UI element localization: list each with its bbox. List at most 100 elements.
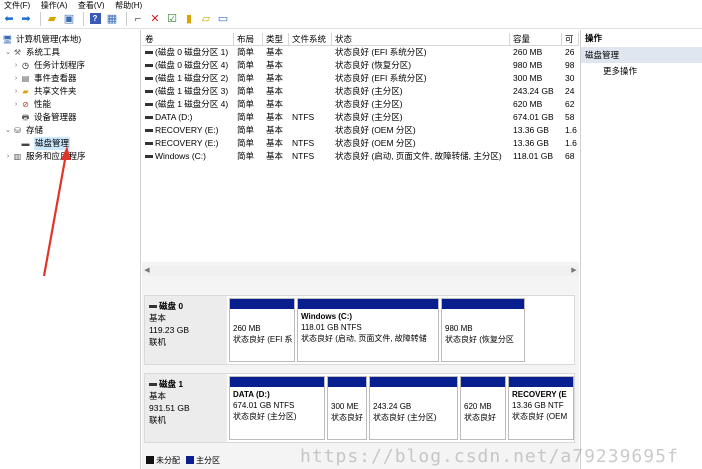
cell-layout: 简单 xyxy=(237,138,255,148)
cell-layout: 简单 xyxy=(237,125,255,135)
column-header-status[interactable]: 状态 xyxy=(332,33,510,45)
partition-disk0-efi[interactable]: 260 MB 状态良好 (EFI 系 xyxy=(229,298,295,362)
column-header-layout[interactable]: 布局 xyxy=(234,33,263,45)
properties-icon[interactable]: ▦ xyxy=(105,12,119,26)
partition-disk1-data[interactable]: DATA (D:) 674.01 GB NTFS 状态良好 (主分区) xyxy=(229,376,325,440)
cell-type: 基本 xyxy=(266,73,284,83)
view-icon[interactable]: ▭ xyxy=(216,12,230,26)
chevron-right-icon[interactable]: › xyxy=(4,150,12,163)
disk-size: 931.51 GB xyxy=(149,403,190,413)
performance-icon: ⊘ xyxy=(22,100,29,109)
tree-item-label: 设备管理器 xyxy=(34,112,77,122)
tree-item-event-viewer[interactable]: › ▤ 事件查看器 xyxy=(0,72,140,85)
column-header-capacity[interactable]: 容量 xyxy=(510,33,562,45)
table-row[interactable]: Windows (C:) 简单 基本 NTFS 状态良好 (启动, 页面文件, … xyxy=(142,150,579,163)
table-row[interactable]: (磁盘 0 磁盘分区 4) 简单 基本 状态良好 (恢复分区) 980 MB 9… xyxy=(142,59,579,72)
chevron-right-icon[interactable]: › xyxy=(12,85,20,98)
cell-filesystem xyxy=(289,98,332,111)
cell-capacity: 674.01 GB xyxy=(513,112,554,122)
volume-icon xyxy=(145,155,153,159)
show-hide-tree-icon[interactable]: ▣ xyxy=(62,12,76,26)
delete-icon[interactable]: ✕ xyxy=(148,12,162,26)
chevron-right-icon[interactable]: › xyxy=(12,98,20,111)
disk-status: 联机 xyxy=(149,337,167,347)
partition-status: 状态良好 (主分区) xyxy=(233,412,297,421)
table-row[interactable]: (磁盘 1 磁盘分区 2) 简单 基本 状态良好 (EFI 系统分区) 300 … xyxy=(142,72,579,85)
more-actions-link[interactable]: 更多操作 xyxy=(581,63,702,79)
disk-1-info[interactable]: 磁盘 1 基本 931.51 GB 联机 xyxy=(145,374,227,442)
folder-up-icon[interactable]: ▰ xyxy=(45,12,59,26)
partition-disk1-efi[interactable]: 300 ME 状态良好 xyxy=(327,376,367,440)
chevron-right-icon[interactable]: › xyxy=(12,72,20,85)
disk-type: 基本 xyxy=(149,391,167,401)
help-icon[interactable]: ? xyxy=(88,12,102,26)
menu-action[interactable]: 操作(A) xyxy=(41,1,68,9)
disk-0-info[interactable]: 磁盘 0 基本 119.23 GB 联机 xyxy=(145,296,227,364)
table-row[interactable]: DATA (D:) 简单 基本 NTFS 状态良好 (主分区) 674.01 G… xyxy=(142,111,579,124)
back-icon[interactable]: ⬅ xyxy=(2,12,16,26)
column-header-free[interactable]: 可 xyxy=(562,33,579,45)
chevron-down-icon[interactable]: ⌄ xyxy=(4,124,12,137)
disk-name: 磁盘 1 xyxy=(159,379,184,389)
tree-item-label: 服务和应用程序 xyxy=(26,151,86,161)
scroll-right-icon[interactable]: ▶ xyxy=(569,266,579,276)
tree-item-services-applications[interactable]: › ▥ 服务和应用程序 xyxy=(0,150,140,163)
actions-section-disk-management[interactable]: 磁盘管理 xyxy=(581,47,702,63)
legend-unallocated-swatch xyxy=(146,456,154,464)
tree-item-performance[interactable]: › ⊘ 性能 xyxy=(0,98,140,111)
partition-disk1-primary[interactable]: 243.24 GB 状态良好 (主分区) xyxy=(369,376,458,440)
scroll-left-icon[interactable]: ◀ xyxy=(142,266,152,276)
tree-item-shared-folders[interactable]: › ▰ 共享文件夹 xyxy=(0,85,140,98)
check-icon[interactable]: ☑ xyxy=(165,12,179,26)
shared-folder-icon: ▰ xyxy=(22,87,29,96)
tree-item-task-scheduler[interactable]: › ◷ 任务计划程序 xyxy=(0,59,140,72)
table-row[interactable]: RECOVERY (E:) 简单 基本 NTFS 状态良好 (OEM 分区) 1… xyxy=(142,137,579,150)
partition-disk1-recovery[interactable]: RECOVERY (E 13.36 GB NTF 状态良好 (OEM xyxy=(508,376,574,440)
cell-type: 基本 xyxy=(266,86,284,96)
table-row[interactable]: (磁盘 0 磁盘分区 1) 简单 基本 状态良好 (EFI 系统分区) 260 … xyxy=(142,46,579,59)
clock-icon: ◷ xyxy=(22,61,29,70)
partition-disk1-small[interactable]: 620 MB 状态良好 xyxy=(460,376,506,440)
cell-capacity: 620 MB xyxy=(513,99,543,109)
tree-item-storage[interactable]: ⌄ ⛁ 存储 xyxy=(0,124,140,137)
cell-status: 状态良好 (主分区) xyxy=(335,86,403,96)
table-row[interactable]: (磁盘 1 磁盘分区 4) 简单 基本 状态良好 (主分区) 620 MB 62 xyxy=(142,98,579,111)
chevron-down-icon[interactable]: ⌄ xyxy=(4,46,12,59)
volume-name: DATA (D:) xyxy=(155,112,193,122)
horizontal-scrollbar[interactable]: ◀ ▶ xyxy=(142,266,579,276)
tree-item-system-tools[interactable]: ⌄ ⚒ 系统工具 xyxy=(0,46,140,59)
tree-item-disk-management[interactable]: ▬ 磁盘管理 xyxy=(0,137,140,150)
partition-disk0-windows[interactable]: Windows (C:) 118.01 GB NTFS 状态良好 (启动, 页面文件… xyxy=(297,298,439,362)
menu-help[interactable]: 帮助(H) xyxy=(115,1,142,9)
tree-item-label: 共享文件夹 xyxy=(34,86,77,96)
tree-item-device-manager[interactable]: 🖶 设备管理器 xyxy=(0,111,140,124)
menu-bar: 文件(F) 操作(A) 查看(V) 帮助(H) xyxy=(0,0,702,9)
table-row[interactable]: (磁盘 1 磁盘分区 3) 简单 基本 状态良好 (主分区) 243.24 GB… xyxy=(142,85,579,98)
partition-size: 300 ME xyxy=(331,402,359,411)
cell-volume: RECOVERY (E:) xyxy=(142,137,234,150)
volume-icon xyxy=(145,90,153,94)
column-header-filesystem[interactable]: 文件系统 xyxy=(289,33,332,45)
column-header-volume[interactable]: 卷 xyxy=(142,33,234,45)
cell-capacity: 13.36 GB xyxy=(513,125,549,135)
folder-open-icon[interactable]: ▱ xyxy=(199,12,213,26)
tree-item-computer-management[interactable]: 🖥 计算机管理(本地) xyxy=(0,33,140,46)
partition-name: RECOVERY (E xyxy=(512,390,567,399)
disk-status: 联机 xyxy=(149,415,167,425)
forward-icon[interactable]: ➡ xyxy=(19,12,33,26)
partition-status: 状态良好 (EFI 系 xyxy=(233,335,293,344)
actions-header: 操作 xyxy=(585,33,603,43)
folder-icon[interactable]: ▮ xyxy=(182,12,196,26)
cell-capacity: 300 MB xyxy=(513,73,543,83)
menu-view[interactable]: 查看(V) xyxy=(78,1,105,9)
partition-size: 13.36 GB NTF xyxy=(512,401,564,410)
partition-disk0-recovery[interactable]: 980 MB 状态良好 (恢复分区 xyxy=(441,298,525,362)
connect-icon[interactable]: ⌐ xyxy=(131,12,145,26)
partition-status: 状态良好 (恢复分区 xyxy=(445,335,514,344)
column-header-type[interactable]: 类型 xyxy=(263,33,289,45)
table-row[interactable]: RECOVERY (E:) 简单 基本 状态良好 (OEM 分区) 13.36 … xyxy=(142,124,579,137)
menu-file[interactable]: 文件(F) xyxy=(4,1,30,9)
cell-volume: (磁盘 1 磁盘分区 3) xyxy=(142,85,234,98)
chevron-right-icon[interactable]: › xyxy=(12,59,20,72)
cell-status: 状态良好 (OEM 分区) xyxy=(335,125,416,135)
